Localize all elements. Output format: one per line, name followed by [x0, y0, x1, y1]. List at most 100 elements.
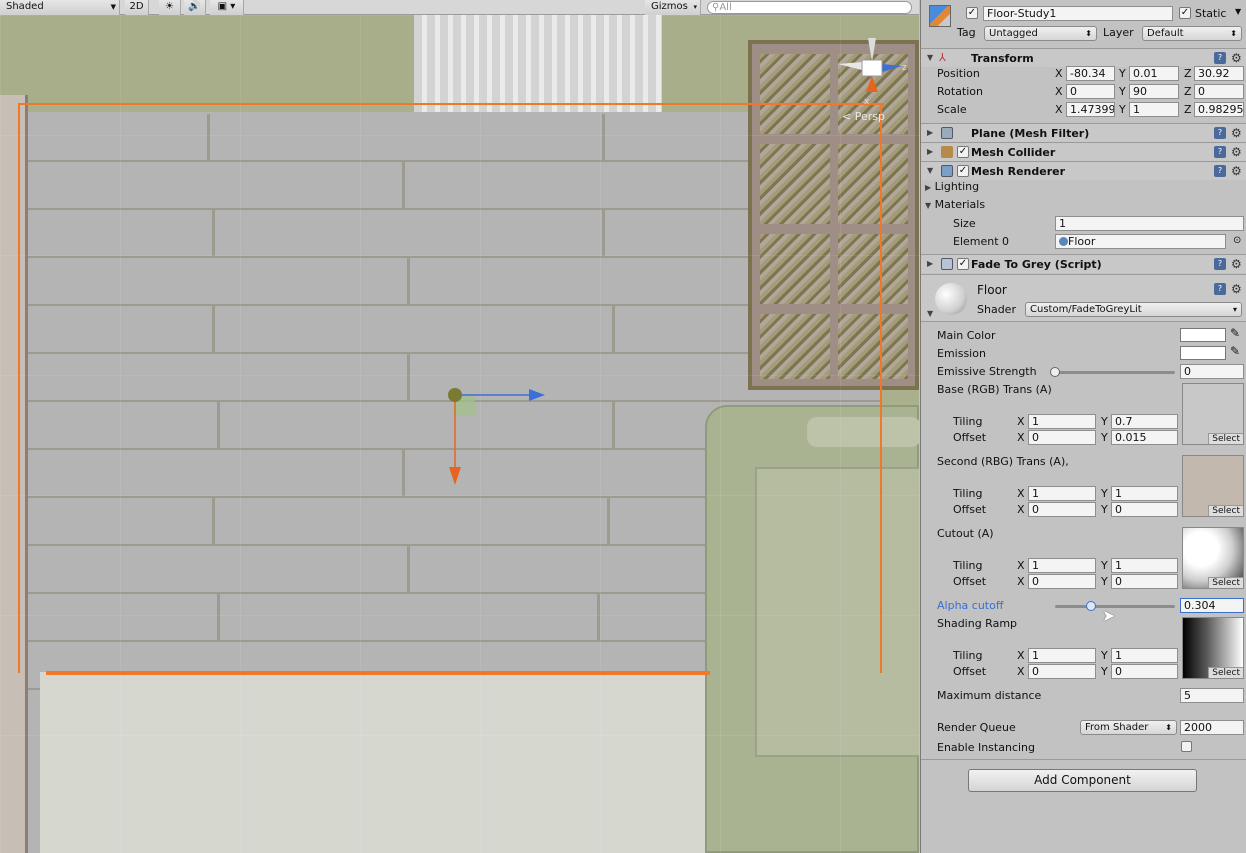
projection-label[interactable]: < Persp: [842, 110, 885, 123]
second-texture-select-button[interactable]: Select: [1208, 505, 1243, 516]
second-tiling-x-field[interactable]: 1: [1028, 486, 1096, 501]
audio-toggle-icon[interactable]: 🔊: [184, 0, 206, 15]
rotation-z-field[interactable]: 0: [1194, 84, 1244, 99]
help-icon[interactable]: ?: [1214, 283, 1226, 295]
help-icon[interactable]: ?: [1214, 258, 1226, 270]
toggle-2d-button[interactable]: 2D: [125, 0, 149, 15]
gear-icon[interactable]: ⚙: [1231, 127, 1242, 139]
active-checkbox[interactable]: ✓: [966, 7, 978, 19]
base-tiling-y-field[interactable]: 0.7: [1111, 414, 1178, 429]
second-texture-slot[interactable]: Select: [1182, 455, 1244, 517]
scale-x-field[interactable]: 1.47399: [1066, 102, 1115, 117]
position-y-field[interactable]: 0.01: [1129, 66, 1179, 81]
enable-instancing-checkbox[interactable]: [1181, 741, 1192, 752]
lighting-toggle-icon[interactable]: ☀: [159, 0, 181, 15]
cutout-texture-select-button[interactable]: Select: [1208, 577, 1243, 588]
main-color-swatch[interactable]: [1180, 328, 1226, 342]
mesh-renderer-enabled-checkbox[interactable]: ✓: [957, 165, 969, 177]
second-offset-x-field[interactable]: 0: [1028, 502, 1096, 517]
element0-material-field[interactable]: Floor: [1055, 234, 1226, 249]
max-distance-field[interactable]: 5: [1180, 688, 1244, 703]
gear-icon[interactable]: ⚙: [1231, 165, 1242, 177]
render-queue-field[interactable]: 2000: [1180, 720, 1244, 735]
static-checkbox[interactable]: ✓: [1179, 7, 1191, 19]
scale-y-field[interactable]: 1: [1129, 102, 1179, 117]
fold-open-icon[interactable]: ▼: [927, 309, 933, 318]
emissive-strength-slider-track[interactable]: [1055, 371, 1175, 374]
transform-header[interactable]: ▼ ⅄ Transform ? ⚙: [921, 48, 1246, 67]
ramp-tiling-x-field[interactable]: 1: [1028, 648, 1096, 663]
scene-search-input[interactable]: ⚲All: [707, 1, 912, 14]
materials-foldout[interactable]: ▼ Materials: [925, 198, 985, 211]
cutout-tiling-x-field[interactable]: 1: [1028, 558, 1096, 573]
gear-icon[interactable]: ⚙: [1231, 52, 1242, 64]
base-offset-x-field[interactable]: 0: [1028, 430, 1096, 445]
alpha-cutoff-slider-knob[interactable]: [1086, 601, 1097, 611]
help-icon[interactable]: ?: [1214, 127, 1226, 139]
mesh-filter-icon: [941, 127, 953, 139]
fold-open-icon[interactable]: ▼: [927, 166, 933, 175]
help-icon[interactable]: ?: [1214, 146, 1226, 158]
scale-z-field[interactable]: 0.98295: [1194, 102, 1244, 117]
materials-size-field[interactable]: 1: [1055, 216, 1244, 231]
ramp-offset-y-field[interactable]: 0: [1111, 664, 1178, 679]
gizmos-dropdown[interactable]: Gizmos ▾: [645, 0, 701, 15]
move-gizmo[interactable]: [445, 385, 555, 485]
fold-closed-icon[interactable]: ▶: [927, 259, 933, 268]
layer-dropdown[interactable]: Default ⬍: [1142, 26, 1242, 41]
fade-to-grey-header[interactable]: ▶ ✓ Fade To Grey (Script) ? ⚙: [921, 254, 1246, 273]
ramp-offset-x-field[interactable]: 0: [1028, 664, 1096, 679]
cutout-offset-y-field[interactable]: 0: [1111, 574, 1178, 589]
gear-icon[interactable]: ⚙: [1231, 283, 1242, 295]
fold-closed-icon[interactable]: ▶: [927, 128, 933, 137]
object-name-field[interactable]: Floor-Study1: [983, 6, 1173, 21]
transform-axes-icon: ⅄: [939, 51, 946, 64]
shading-ramp-texture-slot[interactable]: Select: [1182, 617, 1244, 679]
shading-ramp-select-button[interactable]: Select: [1208, 667, 1243, 678]
object-picker-icon[interactable]: ⊙: [1233, 235, 1241, 246]
mesh-filter-header[interactable]: ▶ Plane (Mesh Filter) ? ⚙: [921, 123, 1246, 142]
help-icon[interactable]: ?: [1214, 52, 1226, 64]
base-offset-y-field[interactable]: 0.015: [1111, 430, 1178, 445]
gear-icon[interactable]: ⚙: [1231, 146, 1242, 158]
eyedropper-icon[interactable]: ✎: [1230, 326, 1240, 340]
second-offset-y-field[interactable]: 0: [1111, 502, 1178, 517]
fold-closed-icon[interactable]: ▶: [927, 147, 933, 156]
base-texture-select-button[interactable]: Select: [1208, 433, 1243, 444]
second-tiling-y-field[interactable]: 1: [1111, 486, 1178, 501]
position-z-field[interactable]: 30.92: [1194, 66, 1244, 81]
effects-dropdown-icon[interactable]: ▣ ▾: [210, 0, 244, 15]
base-tiling-x-field[interactable]: 1: [1028, 414, 1096, 429]
emission-color-swatch[interactable]: [1180, 346, 1226, 360]
scene-toolbar: Shaded ▼ 2D ☀ 🔊 ▣ ▾ Gizmos ▾ ⚲All: [0, 0, 919, 15]
alpha-cutoff-field[interactable]: 0.304: [1180, 598, 1244, 613]
shader-dropdown[interactable]: Custom/FadeToGreyLit ▾: [1025, 302, 1242, 317]
static-dropdown-icon[interactable]: ▼: [1235, 7, 1241, 16]
help-icon[interactable]: ?: [1214, 165, 1226, 177]
eyedropper-icon[interactable]: ✎: [1230, 344, 1240, 358]
fold-open-icon[interactable]: ▼: [927, 53, 933, 62]
draw-mode-dropdown[interactable]: Shaded ▼: [0, 0, 120, 15]
fade-script-enabled-checkbox[interactable]: ✓: [957, 258, 969, 270]
scene-view[interactable]: z x < Persp Shaded ▼ 2D ☀ 🔊 ▣ ▾ Gizmos ▾ ⚲…: [0, 0, 919, 853]
y-axis-handle: [448, 388, 462, 402]
add-component-button[interactable]: Add Component: [968, 769, 1197, 792]
gear-icon[interactable]: ⚙: [1231, 258, 1242, 270]
emissive-strength-field[interactable]: 0: [1180, 364, 1244, 379]
tag-dropdown[interactable]: Untagged ⬍: [984, 26, 1097, 41]
mesh-collider-header[interactable]: ▶ ✓ Mesh Collider ? ⚙: [921, 142, 1246, 161]
shader-label: Shader: [977, 303, 1016, 316]
rotation-x-field[interactable]: 0: [1066, 84, 1115, 99]
mesh-renderer-header[interactable]: ▼ ✓ Mesh Renderer ? ⚙: [921, 161, 1246, 180]
mesh-collider-enabled-checkbox[interactable]: ✓: [957, 146, 969, 158]
rotation-y-field[interactable]: 90: [1129, 84, 1179, 99]
cutout-offset-x-field[interactable]: 0: [1028, 574, 1096, 589]
base-texture-slot[interactable]: Select: [1182, 383, 1244, 445]
cutout-tiling-y-field[interactable]: 1: [1111, 558, 1178, 573]
ramp-tiling-y-field[interactable]: 1: [1111, 648, 1178, 663]
lighting-foldout[interactable]: ▶ Lighting: [925, 180, 979, 193]
position-x-field[interactable]: -80.34: [1066, 66, 1115, 81]
render-queue-dropdown[interactable]: From Shader ⬍: [1080, 720, 1177, 735]
emissive-strength-slider-knob[interactable]: [1050, 367, 1060, 377]
cutout-texture-slot[interactable]: Select: [1182, 527, 1244, 589]
